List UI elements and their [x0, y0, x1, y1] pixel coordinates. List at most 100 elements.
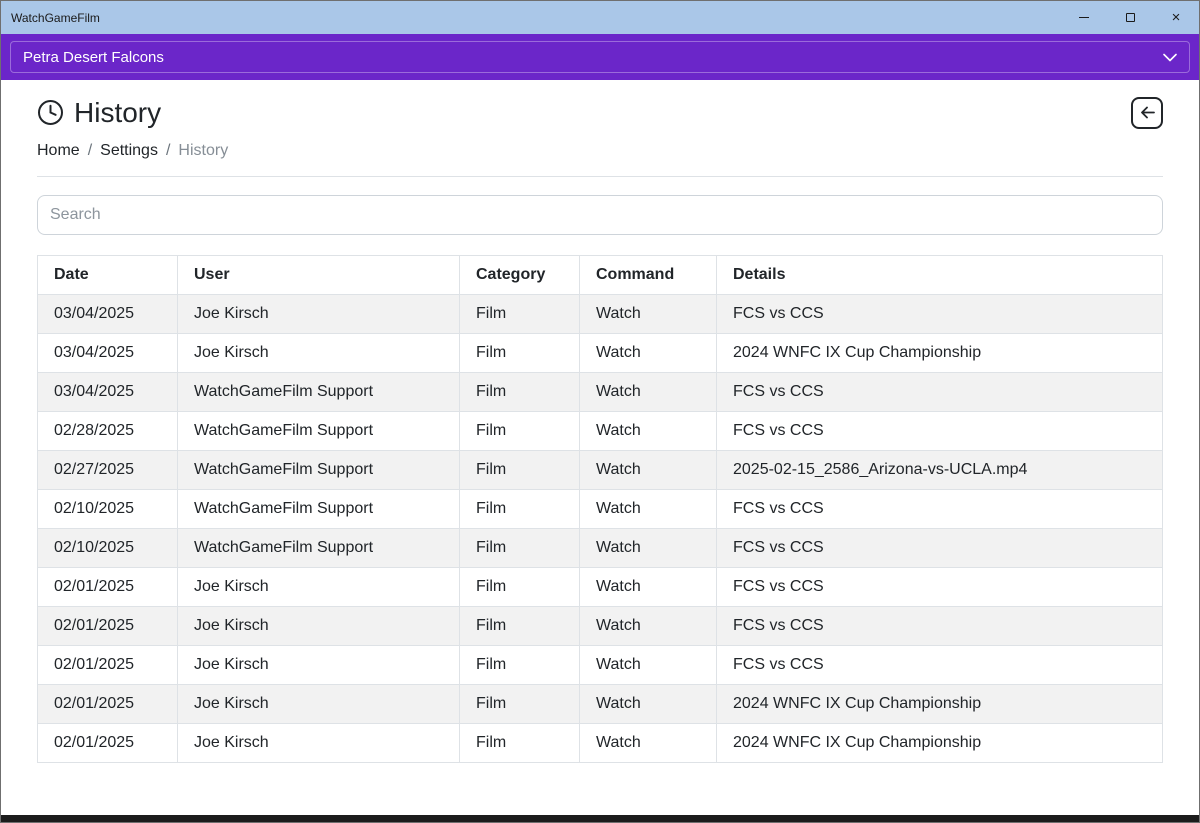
table-cell: 2024 WNFC IX Cup Championship	[717, 723, 1163, 762]
table-cell: Film	[460, 684, 580, 723]
table-cell: Film	[460, 489, 580, 528]
table-cell: 02/01/2025	[38, 723, 178, 762]
table-cell: FCS vs CCS	[717, 294, 1163, 333]
table-cell: Joe Kirsch	[178, 567, 460, 606]
back-arrow-icon	[1139, 105, 1156, 120]
chevron-down-icon	[1163, 53, 1177, 62]
breadcrumb-history: History	[178, 142, 228, 160]
breadcrumb-separator: /	[88, 142, 92, 160]
team-selector[interactable]: Petra Desert Falcons	[10, 41, 1190, 73]
table-row: 02/10/2025WatchGameFilm SupportFilmWatch…	[38, 528, 1163, 567]
table-cell: Film	[460, 723, 580, 762]
team-bar: Petra Desert Falcons	[1, 34, 1199, 80]
table-cell: Film	[460, 606, 580, 645]
table-cell: WatchGameFilm Support	[178, 450, 460, 489]
table-row: 02/10/2025WatchGameFilm SupportFilmWatch…	[38, 489, 1163, 528]
column-header-command: Command	[580, 255, 717, 294]
breadcrumb-separator: /	[166, 142, 170, 160]
table-cell: Film	[460, 450, 580, 489]
table-cell: FCS vs CCS	[717, 411, 1163, 450]
table-cell: 02/28/2025	[38, 411, 178, 450]
table-cell: WatchGameFilm Support	[178, 372, 460, 411]
app-window: WatchGameFilm × Petra Desert Falcons	[0, 0, 1200, 823]
table-cell: Watch	[580, 294, 717, 333]
table-cell: Watch	[580, 333, 717, 372]
table-cell: 03/04/2025	[38, 333, 178, 372]
table-cell: FCS vs CCS	[717, 528, 1163, 567]
table-cell: FCS vs CCS	[717, 372, 1163, 411]
table-cell: WatchGameFilm Support	[178, 528, 460, 567]
table-cell: Film	[460, 645, 580, 684]
minimize-button[interactable]	[1061, 1, 1107, 34]
table-cell: 02/10/2025	[38, 528, 178, 567]
back-button[interactable]	[1131, 97, 1163, 129]
page-header: History	[37, 96, 1163, 130]
table-cell: Watch	[580, 372, 717, 411]
table-cell: Watch	[580, 489, 717, 528]
maximize-icon	[1126, 13, 1135, 22]
bottom-bar	[1, 815, 1199, 822]
table-row: 02/01/2025Joe KirschFilmWatchFCS vs CCS	[38, 606, 1163, 645]
table-cell: 03/04/2025	[38, 372, 178, 411]
table-cell: Joe Kirsch	[178, 684, 460, 723]
table-body: 03/04/2025Joe KirschFilmWatchFCS vs CCS0…	[38, 294, 1163, 762]
table-cell: Watch	[580, 450, 717, 489]
table-cell: Joe Kirsch	[178, 606, 460, 645]
table-cell: FCS vs CCS	[717, 645, 1163, 684]
window-title: WatchGameFilm	[11, 11, 100, 25]
main-content: History Home / Settings / History	[1, 80, 1199, 815]
table-cell: Film	[460, 333, 580, 372]
breadcrumb-home[interactable]: Home	[37, 142, 80, 160]
table-header-row: Date User Category Command Details	[38, 255, 1163, 294]
team-selector-value: Petra Desert Falcons	[23, 49, 164, 66]
table-cell: Watch	[580, 411, 717, 450]
table-cell: 02/01/2025	[38, 606, 178, 645]
table-cell: FCS vs CCS	[717, 606, 1163, 645]
table-cell: 02/27/2025	[38, 450, 178, 489]
table-row: 03/04/2025Joe KirschFilmWatch2024 WNFC I…	[38, 333, 1163, 372]
minimize-icon	[1079, 17, 1089, 18]
table-cell: WatchGameFilm Support	[178, 411, 460, 450]
history-table: Date User Category Command Details 03/04…	[37, 255, 1163, 763]
table-cell: 03/04/2025	[38, 294, 178, 333]
table-cell: 02/01/2025	[38, 645, 178, 684]
table-cell: 02/01/2025	[38, 567, 178, 606]
table-cell: Watch	[580, 606, 717, 645]
divider	[37, 176, 1163, 177]
table-cell: FCS vs CCS	[717, 567, 1163, 606]
table-cell: Joe Kirsch	[178, 723, 460, 762]
table-cell: 02/10/2025	[38, 489, 178, 528]
table-cell: 02/01/2025	[38, 684, 178, 723]
column-header-user: User	[178, 255, 460, 294]
table-cell: Film	[460, 294, 580, 333]
table-cell: Film	[460, 528, 580, 567]
table-cell: WatchGameFilm Support	[178, 489, 460, 528]
breadcrumb: Home / Settings / History	[37, 142, 1163, 160]
table-row: 02/27/2025WatchGameFilm SupportFilmWatch…	[38, 450, 1163, 489]
table-cell: 2024 WNFC IX Cup Championship	[717, 684, 1163, 723]
search-input[interactable]	[37, 195, 1163, 235]
table-row: 02/01/2025Joe KirschFilmWatch2024 WNFC I…	[38, 684, 1163, 723]
table-row: 03/04/2025WatchGameFilm SupportFilmWatch…	[38, 372, 1163, 411]
table-cell: Watch	[580, 723, 717, 762]
table-cell: Joe Kirsch	[178, 294, 460, 333]
column-header-details: Details	[717, 255, 1163, 294]
table-row: 02/01/2025Joe KirschFilmWatchFCS vs CCS	[38, 645, 1163, 684]
table-cell: Joe Kirsch	[178, 645, 460, 684]
table-cell: Watch	[580, 528, 717, 567]
table-row: 02/01/2025Joe KirschFilmWatchFCS vs CCS	[38, 567, 1163, 606]
maximize-button[interactable]	[1107, 1, 1153, 34]
table-cell: Watch	[580, 684, 717, 723]
clock-icon	[37, 99, 64, 126]
table-cell: 2025-02-15_2586_Arizona-vs-UCLA.mp4	[717, 450, 1163, 489]
table-cell: 2024 WNFC IX Cup Championship	[717, 333, 1163, 372]
breadcrumb-settings[interactable]: Settings	[100, 142, 158, 160]
close-button[interactable]: ×	[1153, 1, 1199, 34]
table-cell: Watch	[580, 645, 717, 684]
table-cell: Film	[460, 372, 580, 411]
table-row: 03/04/2025Joe KirschFilmWatchFCS vs CCS	[38, 294, 1163, 333]
window-controls: ×	[1061, 1, 1199, 34]
column-header-date: Date	[38, 255, 178, 294]
table-cell: Watch	[580, 567, 717, 606]
table-cell: Film	[460, 567, 580, 606]
